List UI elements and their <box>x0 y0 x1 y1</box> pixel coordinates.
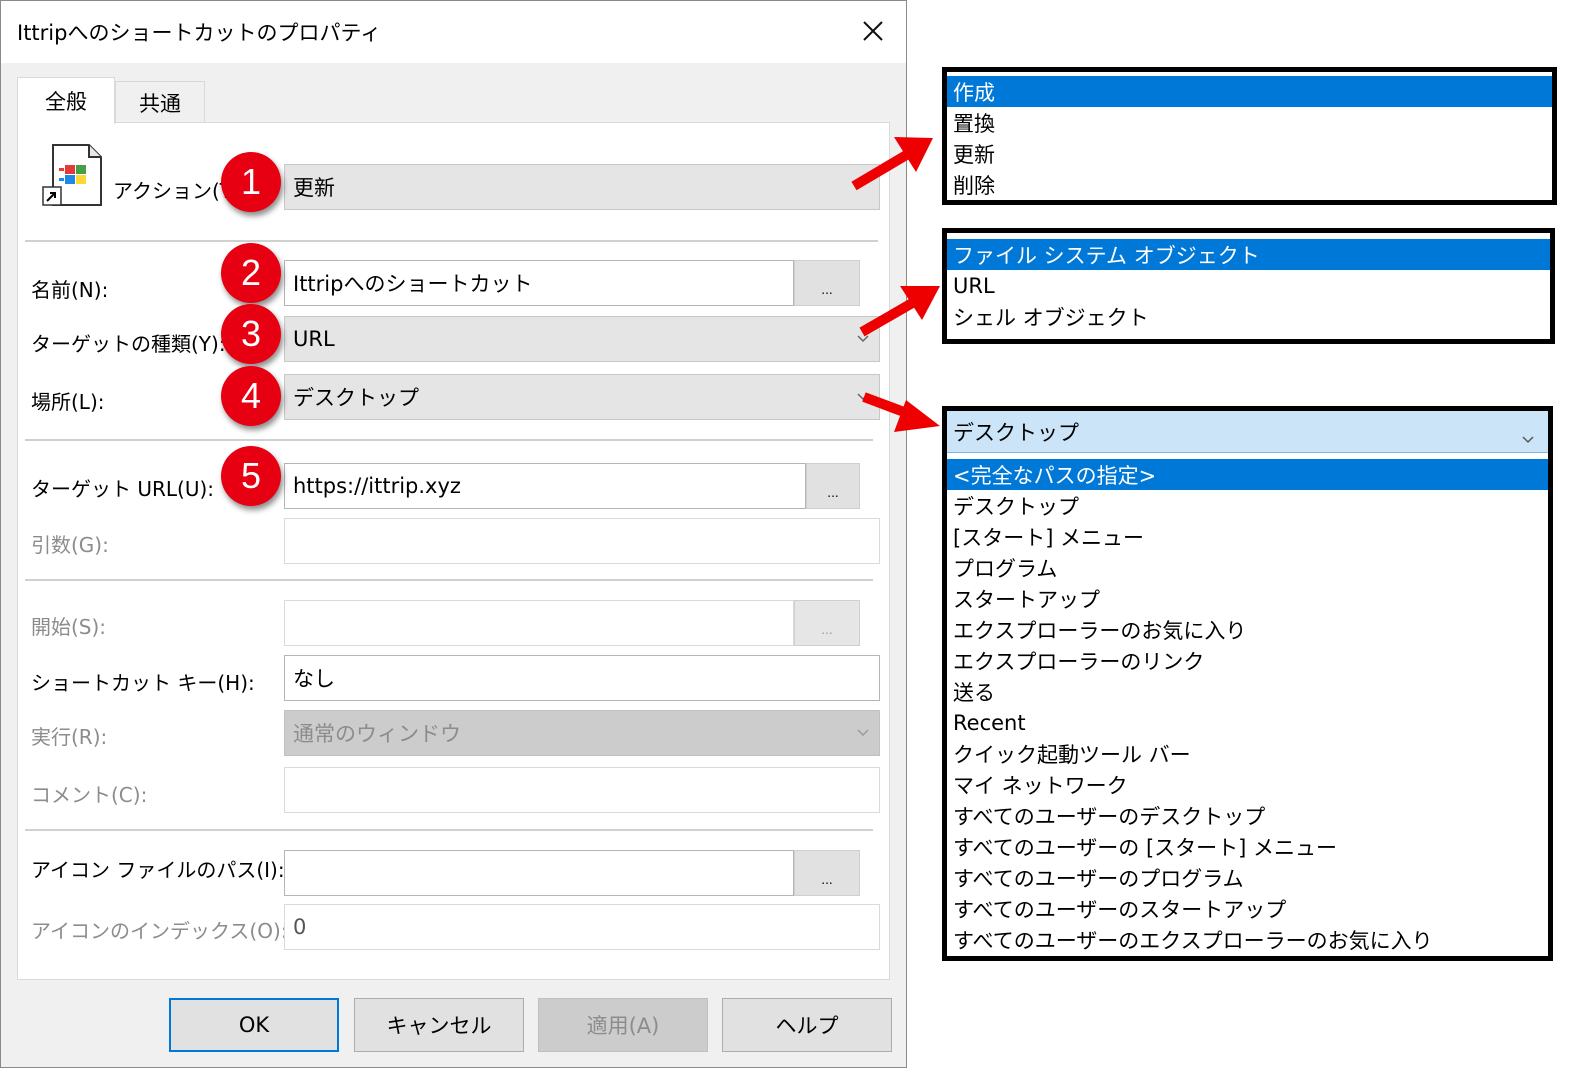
action-options-callout: 作成 置換 更新 削除 <box>942 67 1557 205</box>
icon-index-label: アイコンのインデックス(O): <box>31 919 288 943</box>
separator <box>25 439 873 441</box>
close-button[interactable] <box>851 9 895 53</box>
location-combo-head[interactable]: デスクトップ <box>947 411 1548 453</box>
chevron-down-icon <box>855 331 871 347</box>
option-item[interactable]: 置換 <box>947 107 1552 138</box>
arguments-label: 引数(G): <box>31 533 109 557</box>
annotation-badge-5: 5 <box>221 446 281 506</box>
name-browse-button[interactable]: ... <box>794 260 860 306</box>
shortcut-key-input[interactable]: なし <box>284 655 880 701</box>
target-url-input[interactable]: https://ittrip.xyz <box>284 463 806 509</box>
option-item[interactable]: ファイル システム オブジェクト <box>947 239 1550 270</box>
name-label: 名前(N): <box>31 278 109 302</box>
chevron-down-icon <box>1522 425 1534 449</box>
annotation-badge-4: 4 <box>221 366 281 426</box>
icon-index-input: 0 <box>284 904 880 950</box>
start-in-label: 開始(S): <box>31 615 107 639</box>
option-item[interactable]: 削除 <box>947 169 1552 200</box>
location-option[interactable]: プログラム <box>947 552 1548 583</box>
target-url-label: ターゲット URL(U): <box>31 477 215 501</box>
location-option[interactable]: すべてのユーザーのデスクトップ <box>947 800 1548 831</box>
run-label: 実行(R): <box>31 725 108 749</box>
target-type-label: ターゲットの種類(Y): <box>31 332 226 356</box>
option-item[interactable]: シェル オブジェクト <box>947 301 1550 332</box>
close-icon <box>863 21 883 41</box>
separator <box>25 240 878 242</box>
location-option[interactable]: Recent <box>947 707 1548 738</box>
icon-path-browse-button[interactable]: ... <box>794 850 860 896</box>
title-bar: Ittripへのショートカットのプロパティ <box>1 1 906 63</box>
run-select: 通常のウィンドウ <box>284 710 880 756</box>
chevron-down-icon <box>855 725 871 741</box>
shortcut-file-icon <box>39 141 105 209</box>
location-option[interactable]: すべてのユーザーの [スタート] メニュー <box>947 831 1548 862</box>
chevron-down-icon <box>855 389 871 405</box>
location-option[interactable]: すべてのユーザーのプログラム <box>947 862 1548 893</box>
cancel-button[interactable]: キャンセル <box>354 998 524 1052</box>
icon-path-label: アイコン ファイルのパス(I): <box>31 858 285 882</box>
comment-label: コメント(C): <box>31 783 148 807</box>
location-option[interactable]: デスクトップ <box>947 490 1548 521</box>
separator <box>25 579 873 581</box>
comment-input <box>284 767 880 813</box>
tab-common[interactable]: 共通 <box>115 81 205 123</box>
option-item[interactable]: URL <box>947 270 1550 301</box>
properties-dialog: Ittripへのショートカットのプロパティ 全般 共通 アクション(T): 更新 <box>0 0 907 1068</box>
annotation-badge-2: 2 <box>221 243 281 303</box>
start-in-browse-button: ... <box>794 600 860 646</box>
arguments-input <box>284 518 880 564</box>
location-options-callout: デスクトップ <完全なパスの指定> デスクトップ [スタート] メニュー プログラムス… <box>942 406 1553 961</box>
location-option[interactable]: すべてのユーザーのエクスプローラーのお気に入り <box>947 924 1548 955</box>
start-in-input <box>284 600 794 646</box>
location-option[interactable]: 送る <box>947 676 1548 707</box>
separator <box>25 829 873 831</box>
tab-general[interactable]: 全般 <box>17 77 115 124</box>
action-select[interactable]: 更新 <box>284 164 880 210</box>
target-url-browse-button[interactable]: ... <box>806 463 860 509</box>
dialog-title: Ittripへのショートカットのプロパティ <box>17 21 382 45</box>
option-item[interactable]: 作成 <box>947 76 1552 107</box>
location-option[interactable]: エクスプローラーのリンク <box>947 645 1548 676</box>
annotation-badge-1: 1 <box>221 152 281 212</box>
location-option[interactable]: [スタート] メニュー <box>947 521 1548 552</box>
ok-button[interactable]: OK <box>169 998 339 1052</box>
name-input[interactable]: Ittripへのショートカット <box>284 260 794 306</box>
location-option[interactable]: <完全なパスの指定> <box>947 459 1548 490</box>
target-type-options-callout: ファイル システム オブジェクト URL シェル オブジェクト <box>942 228 1555 344</box>
option-item[interactable]: 更新 <box>947 138 1552 169</box>
location-option-list: <完全なパスの指定> デスクトップ [スタート] メニュー プログラム スタートアップエ… <box>947 459 1548 955</box>
location-select[interactable]: デスクトップ <box>284 374 880 420</box>
target-type-select[interactable]: URL <box>284 316 880 362</box>
annotation-badge-3: 3 <box>221 304 281 364</box>
location-option[interactable]: エクスプローラーのお気に入り <box>947 614 1548 645</box>
location-option[interactable]: マイ ネットワーク <box>947 769 1548 800</box>
location-option[interactable]: クイック起動ツール バー <box>947 738 1548 769</box>
shortcut-key-label: ショートカット キー(H): <box>31 671 255 695</box>
apply-button: 適用(A) <box>538 998 708 1052</box>
icon-path-input[interactable] <box>284 850 794 896</box>
location-option[interactable]: スタートアップ <box>947 583 1548 614</box>
help-button[interactable]: ヘルプ <box>722 998 892 1052</box>
location-label: 場所(L): <box>31 390 105 414</box>
location-option[interactable]: すべてのユーザーのスタートアップ <box>947 893 1548 924</box>
